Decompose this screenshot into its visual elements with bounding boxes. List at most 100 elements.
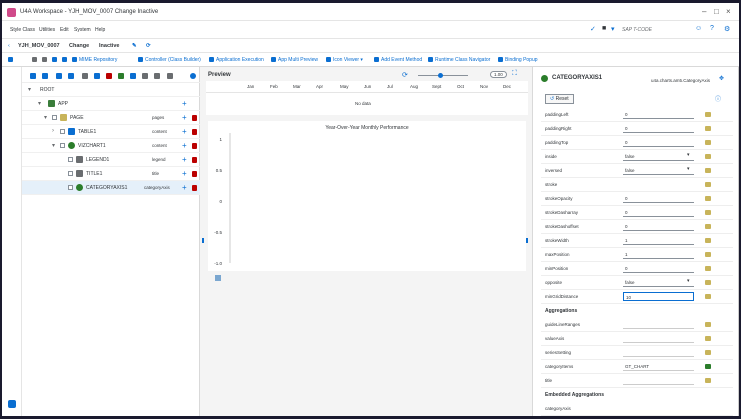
prop-input[interactable]: 0 <box>623 124 694 133</box>
transport-icon[interactable] <box>62 57 69 63</box>
binding-folder-icon[interactable] <box>705 154 711 159</box>
tree-row-page[interactable]: ▾ PAGE pages + <box>22 111 200 125</box>
filter-icon[interactable] <box>167 73 173 79</box>
prop-input[interactable]: 0 <box>623 264 694 273</box>
add-child-icon[interactable]: + <box>182 155 187 164</box>
expand-icon[interactable]: ▾ <box>611 25 615 33</box>
tree-row-table1[interactable]: › TABLE1 content + <box>22 125 200 139</box>
down-icon[interactable] <box>68 73 74 79</box>
menu-system[interactable]: System <box>74 27 91 33</box>
chevron-down-icon[interactable]: ▾ <box>687 152 690 158</box>
tree-row-vizchart1[interactable]: ▾ VIZCHART1 content + <box>22 139 200 153</box>
save-icon[interactable]: ■ <box>602 25 606 32</box>
reset-button[interactable]: ↺ Reset <box>545 94 574 104</box>
find-icon[interactable] <box>82 73 88 79</box>
delete-row-icon[interactable] <box>192 185 197 191</box>
tree-help-icon[interactable] <box>190 73 196 79</box>
embedded-row[interactable]: categoryAxis <box>541 402 733 416</box>
back-icon[interactable]: ‹ <box>8 43 10 49</box>
prop-select[interactable]: false <box>623 278 694 287</box>
close-icon[interactable]: × <box>726 7 731 16</box>
prop-input[interactable]: 1 <box>623 250 694 259</box>
tree-row-categoryaxis1[interactable]: CATEGORYAXIS1 categoryAxis + <box>22 181 200 195</box>
binding-folder-icon[interactable] <box>705 294 711 299</box>
prop-input[interactable]: 10 <box>623 292 694 301</box>
multi-preview-button[interactable]: App Multi Preview <box>271 57 318 63</box>
expand-all-icon[interactable] <box>30 73 36 79</box>
sidebar-tool-icon[interactable] <box>8 400 16 408</box>
binding-folder-icon[interactable] <box>705 140 711 145</box>
tree-row-legend1[interactable]: LEGEND1 legend + <box>22 153 200 167</box>
resize-handle-left[interactable] <box>202 238 204 243</box>
undo-icon[interactable] <box>32 57 39 63</box>
display-change-icon[interactable]: ✎ <box>132 43 137 49</box>
binding-folder-icon[interactable] <box>705 196 711 201</box>
aggregation-input[interactable] <box>623 320 694 329</box>
vertical-scrollbar[interactable] <box>738 67 739 416</box>
prop-input[interactable]: 1 <box>623 236 694 245</box>
delete-row-icon[interactable] <box>192 129 197 135</box>
redo-icon[interactable] <box>42 57 49 63</box>
aggregation-input[interactable] <box>623 348 694 357</box>
binding-folder-icon[interactable] <box>705 210 711 215</box>
binding-folder-icon[interactable] <box>705 126 711 131</box>
prop-input[interactable]: 0 <box>623 110 694 119</box>
chevron-down-icon[interactable]: ▾ <box>44 114 47 121</box>
binding-folder-icon[interactable] <box>705 168 711 173</box>
undo-tree-icon[interactable] <box>142 73 148 79</box>
chevron-down-icon[interactable]: ▾ <box>38 100 41 107</box>
prop-input[interactable]: 0 <box>623 222 694 231</box>
binding-folder-icon[interactable] <box>705 238 711 243</box>
controller-button[interactable]: Controller (Class Builder) <box>138 57 201 63</box>
refresh-icon[interactable]: ⟳ <box>402 71 408 79</box>
binding-folder-icon[interactable] <box>705 252 711 257</box>
minimize-icon[interactable]: – <box>702 7 706 16</box>
resize-handle-right[interactable] <box>526 238 528 243</box>
prop-input[interactable]: 0 <box>623 194 694 203</box>
row-checkbox[interactable] <box>60 143 65 148</box>
up-icon[interactable] <box>56 73 62 79</box>
add-child-icon[interactable]: + <box>182 183 187 192</box>
check-icon[interactable]: ✓ <box>590 25 596 33</box>
binding-folder-icon[interactable] <box>705 280 711 285</box>
row-checkbox[interactable] <box>68 171 73 176</box>
layout-icon[interactable] <box>8 57 15 63</box>
chevron-right-icon[interactable]: › <box>52 128 54 134</box>
aggregation-input[interactable]: GT_CHART <box>623 362 694 371</box>
row-checkbox[interactable] <box>68 157 73 162</box>
aggregation-bind-icon[interactable] <box>705 336 711 341</box>
menu-utilities[interactable]: Utilities <box>39 27 55 33</box>
zoom-slider[interactable] <box>418 73 468 78</box>
delete-row-icon[interactable] <box>192 143 197 149</box>
redo-tree-icon[interactable] <box>154 73 160 79</box>
app-exec-button[interactable]: Application Execution <box>209 57 264 63</box>
aggregation-bind-icon[interactable] <box>705 364 711 369</box>
row-checkbox[interactable] <box>60 129 65 134</box>
delete-row-icon[interactable] <box>192 171 197 177</box>
aggregation-bind-icon[interactable] <box>705 378 711 383</box>
delete-tree-icon[interactable] <box>106 73 112 79</box>
menu-help[interactable]: Help <box>95 27 105 33</box>
tree-row-app[interactable]: ▾ APP + <box>22 97 200 111</box>
help-icon[interactable]: ? <box>710 25 714 32</box>
add-event-button[interactable]: Add Event Method <box>374 57 422 63</box>
binding-popup-button[interactable]: Binding Popup <box>498 57 538 63</box>
prop-select[interactable]: false <box>623 166 694 175</box>
add-child-icon[interactable]: + <box>182 141 187 150</box>
add-child-icon[interactable]: + <box>182 127 187 136</box>
add-tree-icon[interactable] <box>118 73 124 79</box>
chevron-down-icon[interactable]: ▾ <box>52 142 55 149</box>
menu-style-class[interactable]: Style Class <box>10 27 35 33</box>
activate-icon[interactable]: ⟳ <box>146 43 151 49</box>
delete-row-icon[interactable] <box>192 115 197 121</box>
binding-folder-icon[interactable] <box>705 224 711 229</box>
settings-icon[interactable]: ⚙ <box>724 25 730 33</box>
sap-tcode-input[interactable]: SAP T-CODE <box>622 27 652 33</box>
runtime-class-button[interactable]: Runtime Class Navigator <box>428 57 490 63</box>
aggregation-bind-icon[interactable] <box>705 322 711 327</box>
prop-input[interactable]: 0 <box>623 138 694 147</box>
row-checkbox[interactable] <box>68 185 73 190</box>
icon-viewer-button[interactable]: Icon Viewer ▾ <box>326 57 363 63</box>
class-link-icon[interactable]: ✥ <box>719 75 724 82</box>
binding-folder-icon[interactable] <box>705 182 711 187</box>
